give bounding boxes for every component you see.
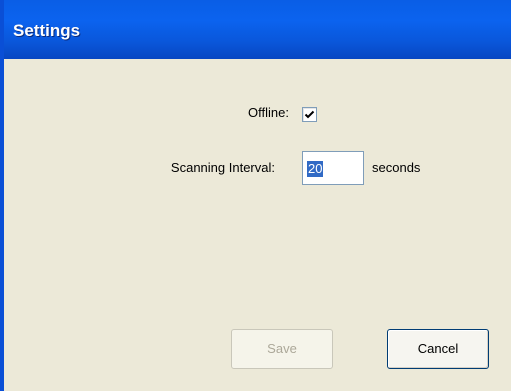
scanning-interval-label: Scanning Interval: [170,160,275,175]
title-bar[interactable]: Settings [4,0,511,59]
settings-window: Settings Offline: Scanning Interval: 20 … [0,0,511,391]
window-title: Settings [13,21,81,40]
save-button[interactable]: Save [231,329,333,369]
scanning-interval-input[interactable]: 20 [302,151,364,185]
offline-checkbox[interactable] [302,107,317,122]
checkmark-icon [304,110,315,119]
offline-label: Offline: [248,105,289,120]
interval-unit-label: seconds [372,160,421,175]
cancel-button[interactable]: Cancel [387,329,489,369]
scanning-interval-value: 20 [307,161,324,177]
